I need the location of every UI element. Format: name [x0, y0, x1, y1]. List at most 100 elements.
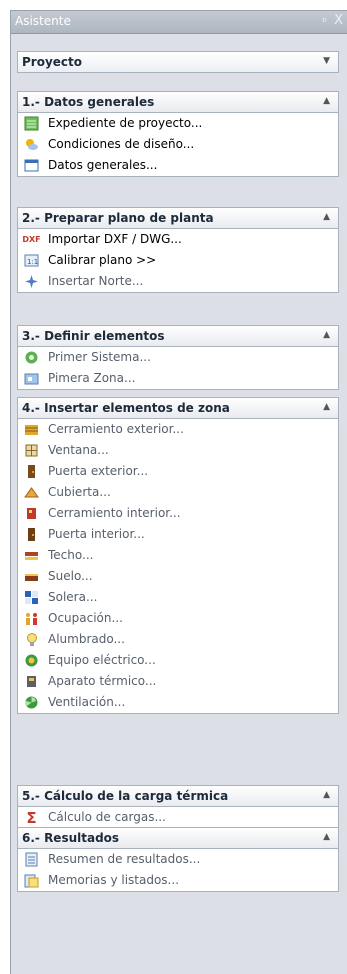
dxf-icon: DXF: [22, 235, 41, 244]
item-resumen-resultados[interactable]: Resumen de resultados...: [18, 849, 338, 870]
item-ventana[interactable]: Ventana...: [18, 440, 338, 461]
item-label: Resumen de resultados...: [48, 852, 201, 866]
panel-titlebar: Asistente ᵖ X: [11, 11, 347, 34]
item-importar-dxf[interactable]: DXF Importar DXF / DWG...: [18, 229, 338, 250]
reports-icon: [24, 873, 39, 888]
item-label: Puerta exterior...: [48, 464, 149, 478]
light-bulb-icon: [24, 632, 39, 647]
slab-icon: [24, 590, 39, 605]
section-header[interactable]: 1.- Datos generales ▲: [18, 92, 338, 113]
fan-icon: [24, 695, 39, 710]
interior-door-icon: [24, 527, 39, 542]
item-label: Importar DXF / DWG...: [48, 232, 182, 246]
chevron-up-icon[interactable]: ▲: [323, 330, 330, 340]
section-header[interactable]: 6.- Resultados ▲: [18, 828, 338, 849]
chevron-down-icon[interactable]: ▼: [323, 56, 330, 66]
item-solera[interactable]: Solera...: [18, 587, 338, 608]
item-expediente[interactable]: Expediente de proyecto...: [18, 113, 338, 134]
item-datos-generales[interactable]: Datos generales...: [18, 155, 338, 176]
item-condiciones[interactable]: Condiciones de diseño...: [18, 134, 338, 155]
section-definir-elementos: 3.- Definir elementos ▲ Primer Sistema..…: [17, 325, 339, 390]
window-grid-icon: [24, 443, 39, 458]
item-alumbrado[interactable]: Alumbrado...: [18, 629, 338, 650]
ceiling-icon: [24, 548, 39, 563]
item-suelo[interactable]: Suelo...: [18, 566, 338, 587]
panel-title: Asistente: [15, 14, 71, 28]
expediente-icon: [24, 116, 39, 131]
item-cubierta[interactable]: Cubierta...: [18, 482, 338, 503]
window-icon: [24, 158, 39, 173]
sigma-icon: Σ: [26, 808, 37, 827]
chevron-up-icon[interactable]: ▲: [323, 212, 330, 222]
section-resultados: 6.- Resultados ▲ Resumen de resultados..…: [17, 827, 339, 892]
item-label: Primer Sistema...: [48, 350, 151, 364]
item-label: Insertar Norte...: [48, 274, 144, 288]
item-puerta-exterior[interactable]: Puerta exterior...: [18, 461, 338, 482]
wizard-panel: Asistente ᵖ X Proyecto ▼ 1.- Datos gener…: [10, 10, 347, 974]
section-header[interactable]: 3.- Definir elementos ▲: [18, 326, 338, 347]
item-pimera-zona[interactable]: Pimera Zona...: [18, 368, 338, 389]
chevron-up-icon[interactable]: ▲: [323, 832, 330, 842]
item-calibrar[interactable]: 1:1 Calibrar plano >>: [18, 250, 338, 271]
item-label: Equipo eléctrico...: [48, 653, 156, 667]
item-equipo-electrico[interactable]: Equipo eléctrico...: [18, 650, 338, 671]
item-insertar-norte[interactable]: Insertar Norte...: [18, 271, 338, 292]
item-aparato-termico[interactable]: Aparato térmico...: [18, 671, 338, 692]
item-label: Condiciones de diseño...: [48, 137, 195, 151]
project-label: Proyecto: [22, 55, 83, 69]
sun-cloud-icon: [24, 137, 39, 152]
zone-icon: [24, 371, 39, 386]
exterior-wall-icon: [24, 422, 39, 437]
system-icon: [24, 350, 39, 365]
svg-text:1:1: 1:1: [27, 258, 38, 266]
item-cerramiento-exterior[interactable]: Cerramiento exterior...: [18, 419, 338, 440]
item-label: Cubierta...: [48, 485, 111, 499]
item-label: Cerramiento interior...: [48, 506, 181, 520]
people-icon: [24, 611, 39, 626]
item-label: Pimera Zona...: [48, 371, 136, 385]
section-datos-generales: 1.- Datos generales ▲ Expediente de proy…: [17, 91, 339, 177]
close-icon[interactable]: X: [334, 13, 343, 28]
item-label: Expediente de proyecto...: [48, 116, 203, 130]
item-label: Cálculo de cargas...: [48, 810, 166, 824]
section-title: 3.- Definir elementos: [22, 329, 165, 343]
item-label: Ventana...: [48, 443, 109, 457]
item-label: Ventilación...: [48, 695, 126, 709]
item-label: Alumbrado...: [48, 632, 125, 646]
section-preparar-plano: 2.- Preparar plano de planta ▲ DXF Impor…: [17, 207, 339, 293]
item-label: Suelo...: [48, 569, 93, 583]
item-label: Cerramiento exterior...: [48, 422, 184, 436]
section-insertar-elementos-zona: 4.- Insertar elementos de zona ▲ Cerrami…: [17, 397, 339, 714]
item-label: Datos generales...: [48, 158, 158, 172]
floor-icon: [24, 569, 39, 584]
section-title: 1.- Datos generales: [22, 95, 155, 109]
electric-equipment-icon: [24, 653, 39, 668]
item-ocupacion[interactable]: Ocupación...: [18, 608, 338, 629]
chevron-up-icon[interactable]: ▲: [323, 96, 330, 106]
section-title: 4.- Insertar elementos de zona: [22, 401, 230, 415]
chevron-up-icon[interactable]: ▲: [323, 402, 330, 412]
calibrate-icon: 1:1: [24, 253, 39, 268]
section-header[interactable]: 4.- Insertar elementos de zona ▲: [18, 398, 338, 419]
chevron-up-icon[interactable]: ▲: [323, 790, 330, 800]
section-header[interactable]: 2.- Preparar plano de planta ▲: [18, 208, 338, 229]
item-ventilacion[interactable]: Ventilación...: [18, 692, 338, 713]
item-techo[interactable]: Techo...: [18, 545, 338, 566]
section-header[interactable]: 5.- Cálculo de la carga térmica ▲: [18, 786, 338, 807]
item-primer-sistema[interactable]: Primer Sistema...: [18, 347, 338, 368]
summary-icon: [24, 852, 39, 867]
pin-icon[interactable]: ᵖ: [322, 15, 327, 28]
item-cerramiento-interior[interactable]: Cerramiento interior...: [18, 503, 338, 524]
item-memorias-listados[interactable]: Memorias y listados...: [18, 870, 338, 891]
interior-wall-icon: [24, 506, 39, 521]
roof-icon: [24, 485, 39, 500]
item-label: Memorias y listados...: [48, 873, 180, 887]
section-title: 2.- Preparar plano de planta: [22, 211, 214, 225]
item-puerta-interior[interactable]: Puerta interior...: [18, 524, 338, 545]
section-title: 5.- Cálculo de la carga térmica: [22, 789, 229, 803]
project-dropdown[interactable]: Proyecto ▼: [17, 51, 339, 73]
item-label: Techo...: [48, 548, 94, 562]
section-title: 6.- Resultados: [22, 831, 120, 845]
section-calculo-carga: 5.- Cálculo de la carga térmica ▲ Σ Cálc…: [17, 785, 339, 829]
item-calculo-cargas[interactable]: Σ Cálculo de cargas...: [18, 807, 338, 828]
